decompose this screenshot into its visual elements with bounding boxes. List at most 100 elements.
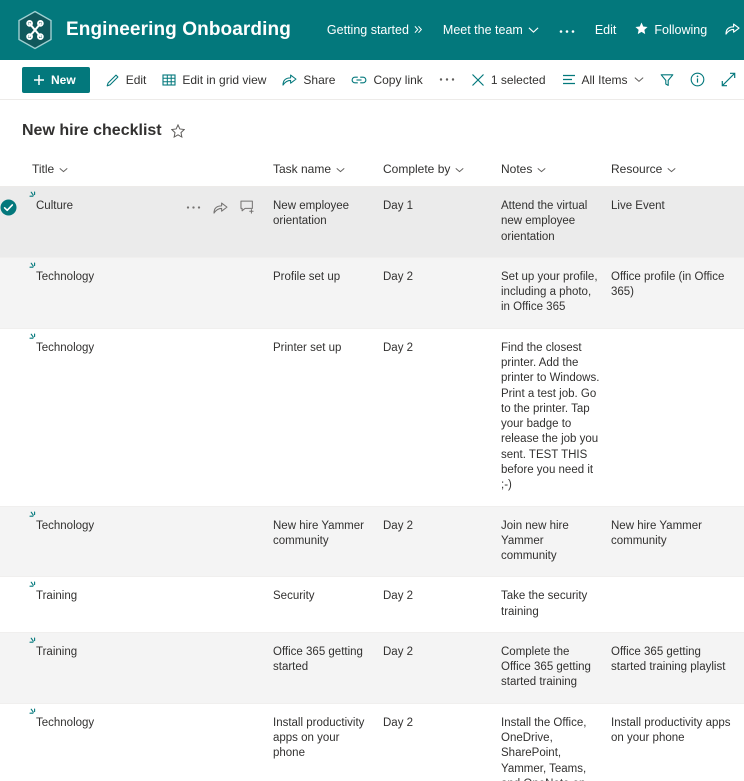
nav-item-getting-started[interactable]: Getting started	[317, 17, 433, 43]
row-select-cell[interactable]	[0, 632, 32, 704]
expand-view-button[interactable]	[713, 66, 744, 93]
table-row[interactable]: Training Office 365 getting started Day 2C…	[0, 632, 744, 704]
command-bar: New Edit Edit in grid view Share Copy li…	[0, 60, 744, 100]
item-title-link[interactable]: Technology	[29, 510, 94, 534]
cell-title[interactable]: Culture	[29, 186, 273, 258]
cell-day: Day 2	[383, 257, 501, 329]
details-info-button[interactable]	[682, 66, 713, 93]
nav-overflow-button[interactable]	[549, 17, 585, 43]
following-button[interactable]: Following	[626, 16, 716, 44]
cell-resource	[611, 328, 744, 507]
new-item-sparkle-icon	[29, 708, 40, 719]
item-title-link[interactable]: Culture	[29, 191, 74, 214]
table-row[interactable]: Technology Profile set up Day 2 Set up your…	[0, 257, 744, 329]
edit-grid-label: Edit in grid view	[182, 72, 267, 87]
cell-resource: Office 365 getting started training play…	[611, 632, 744, 704]
more-actions-icon[interactable]	[186, 205, 201, 210]
view-label: All Items	[581, 72, 628, 87]
star-outline-icon[interactable]	[170, 123, 186, 138]
table-row[interactable]: Technology New hire Yammer community Day 2…	[0, 506, 744, 578]
cell-resource: Office profile (in Office 365)	[611, 257, 744, 329]
new-item-sparkle-icon	[29, 262, 40, 273]
command-bar-right: 1 selected All Items	[463, 66, 744, 93]
diagonal-arrows-icon	[721, 72, 736, 87]
column-header-task-name[interactable]: Task name	[273, 154, 383, 187]
cell-title[interactable]: Technology	[29, 257, 273, 329]
chevron-down-icon	[537, 162, 546, 176]
column-header-title[interactable]: Title	[32, 154, 273, 187]
cell-title[interactable]: Technology	[29, 328, 273, 507]
share-icon	[725, 22, 740, 38]
list-icon	[562, 74, 576, 85]
cell-notes: Install the Office, OneDrive, SharePoint…	[501, 703, 611, 781]
chevron-down-icon	[634, 76, 644, 83]
plus-icon	[33, 74, 45, 86]
new-item-sparkle-icon	[29, 191, 40, 202]
item-title-link[interactable]: Training	[29, 637, 77, 660]
cell-resource: New hire Yammer community	[611, 506, 744, 578]
chevron-down-icon	[667, 162, 676, 176]
cell-title[interactable]: Technology	[29, 506, 273, 578]
cell-day: Day 2	[383, 328, 501, 507]
edit-in-grid-view-button[interactable]: Edit in grid view	[154, 67, 274, 93]
row-select-cell[interactable]	[0, 576, 32, 633]
cell-notes: Join new hire Yammer community	[501, 506, 611, 578]
table-row[interactable]: Technology Printer set up Day 2 Find the cl…	[0, 328, 744, 507]
new-button[interactable]: New	[22, 66, 90, 93]
command-overflow-button[interactable]	[431, 71, 463, 88]
edit-button[interactable]: Edit	[98, 67, 155, 93]
table-row[interactable]: Technology Install productivity apps on y…	[0, 703, 744, 781]
new-item-sparkle-icon	[29, 510, 40, 522]
chevron-down-icon	[455, 162, 464, 176]
table-row[interactable]: Training Security Day 2 Take the security t…	[0, 576, 744, 633]
copy-link-button[interactable]: Copy link	[343, 67, 430, 93]
cell-task: Profile set up	[273, 257, 383, 329]
cell-day: Day 2	[383, 703, 501, 781]
cell-day: Day 1	[383, 186, 501, 258]
clear-selection-button[interactable]: 1 selected	[463, 67, 554, 93]
column-label: Notes	[501, 162, 533, 176]
filter-button[interactable]	[652, 67, 682, 93]
add-comment-icon[interactable]	[240, 200, 255, 214]
cell-title[interactable]: Training	[29, 576, 273, 633]
item-title-link[interactable]: Technology	[29, 708, 94, 731]
cell-notes: Attend the virtual new employee orientat…	[501, 186, 611, 258]
cell-day: Day 2	[383, 506, 501, 578]
nav-label: Meet the team	[442, 23, 523, 37]
cell-title[interactable]: Technology	[29, 703, 273, 781]
item-title-link[interactable]: Technology	[29, 262, 94, 285]
column-label: Title	[32, 162, 55, 176]
cell-notes: Complete the Office 365 getting started …	[501, 632, 611, 704]
list-body: Title Task name Complete by Notes Resour…	[0, 154, 744, 781]
row-select-cell[interactable]	[0, 328, 32, 507]
select-all-header[interactable]	[0, 154, 32, 187]
row-select-cell[interactable]	[0, 703, 32, 781]
site-title: Engineering Onboarding	[66, 19, 291, 40]
cell-title[interactable]: Training	[29, 632, 273, 704]
nav-item-edit[interactable]: Edit	[585, 17, 627, 43]
cell-notes: Set up your profile, including a photo, …	[501, 257, 611, 329]
column-header-resource[interactable]: Resource	[611, 154, 744, 187]
table-row[interactable]: Culture New employee orientation Day 1 Atte…	[0, 186, 744, 258]
view-selector[interactable]: All Items	[554, 67, 652, 93]
new-label: New	[51, 72, 76, 87]
column-label: Complete by	[383, 162, 451, 176]
column-header-notes[interactable]: Notes	[501, 154, 611, 187]
header-actions: Following Share	[626, 16, 744, 44]
item-title-link[interactable]: Training	[29, 581, 77, 604]
cell-resource: Live Event	[611, 186, 744, 258]
nav-item-meet-the-team[interactable]: Meet the team	[433, 17, 549, 43]
share-item-icon[interactable]	[213, 201, 228, 214]
share-command-button[interactable]: Share	[274, 67, 343, 93]
row-select-cell[interactable]	[0, 186, 32, 258]
chevron-down-icon	[528, 23, 539, 37]
row-select-cell[interactable]	[0, 506, 32, 578]
column-header-complete-by[interactable]: Complete by	[383, 154, 501, 187]
item-title-text: Culture	[36, 200, 74, 212]
row-checkbox-checked[interactable]	[0, 199, 17, 219]
new-item-sparkle-icon	[29, 333, 40, 344]
row-select-cell[interactable]	[0, 257, 32, 329]
share-button[interactable]: Share	[716, 16, 744, 44]
item-title-link[interactable]: Technology	[29, 333, 94, 356]
cell-task: New employee orientation	[273, 186, 383, 258]
